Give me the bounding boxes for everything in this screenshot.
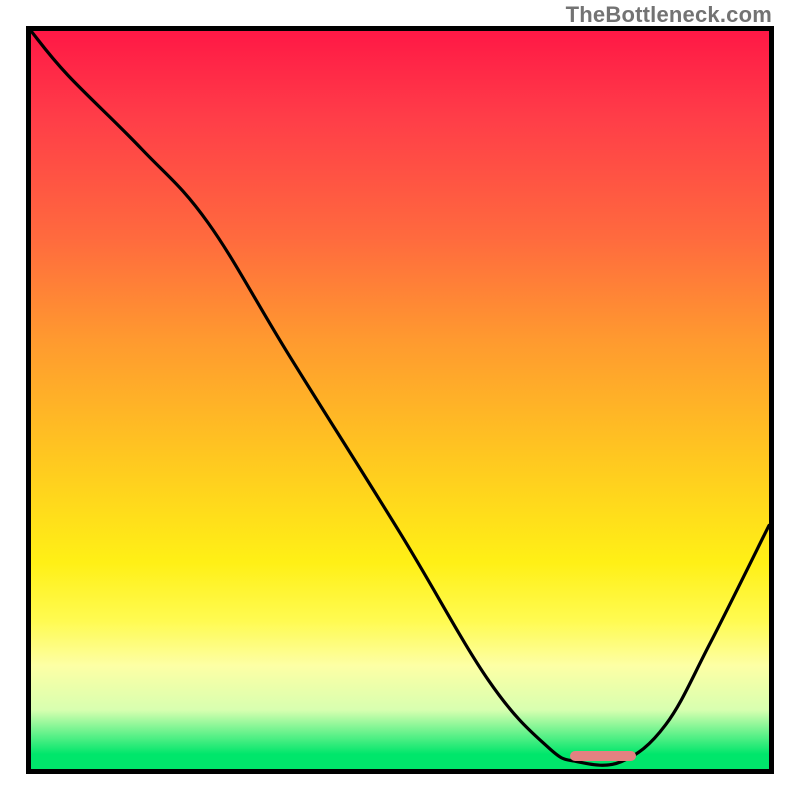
watermark-text: TheBottleneck.com [566, 2, 772, 28]
bottleneck-curve [31, 31, 769, 769]
optimal-range-marker [570, 751, 636, 761]
chart-frame: TheBottleneck.com [0, 0, 800, 800]
plot-area [26, 26, 774, 774]
